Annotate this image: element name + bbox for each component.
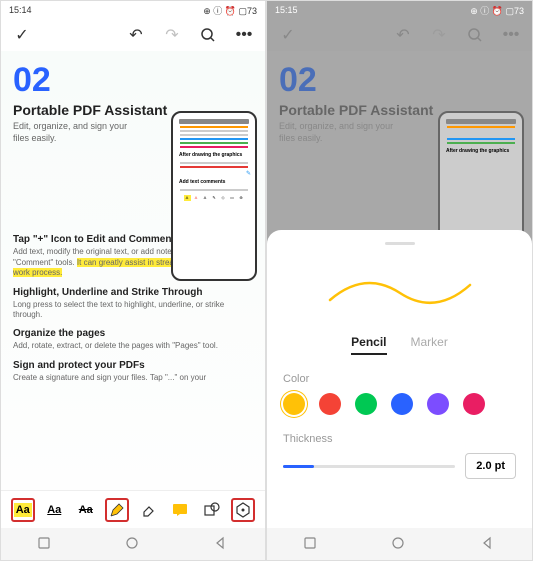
section-text: Create a signature and sign your files. … [13, 373, 253, 383]
phone-sec1: After drawing the graphics [177, 150, 251, 160]
pencil-tool[interactable] [105, 498, 129, 522]
search-icon[interactable] [199, 26, 217, 44]
settings-tool[interactable] [231, 498, 255, 522]
color-swatches [283, 393, 516, 415]
toolbar: ✓ ↶ ↷ ••• [267, 19, 532, 51]
section-heading: Sign and protect your PDFs [13, 360, 253, 371]
confirm-icon[interactable]: ✓ [279, 26, 297, 44]
color-pink[interactable] [463, 393, 485, 415]
section-text: Long press to select the text to highlig… [13, 300, 253, 321]
status-time: 15:15 [275, 5, 298, 15]
status-time: 15:14 [9, 5, 32, 15]
section-heading: Organize the pages [13, 328, 253, 339]
annotation-toolbar: Aa Aa Aa [1, 490, 265, 528]
system-nav [267, 528, 532, 560]
color-purple[interactable] [427, 393, 449, 415]
nav-back-icon[interactable] [480, 536, 496, 552]
nav-recent-icon[interactable] [37, 536, 53, 552]
section-text: Add, rotate, extract, or delete the page… [13, 341, 253, 351]
tab-marker[interactable]: Marker [411, 335, 448, 355]
redo-icon[interactable]: ↷ [430, 26, 448, 44]
section-highlight: Highlight, Underline and Strike Through … [13, 287, 253, 321]
phone-mockup: After drawing the graphics ✎ Add text co… [171, 111, 257, 281]
tool-tabs: Pencil Marker [283, 335, 516, 355]
content: 02 Portable PDF Assistant Edit, organize… [1, 51, 265, 510]
redo-icon[interactable]: ↷ [163, 26, 181, 44]
confirm-icon[interactable]: ✓ [13, 26, 31, 44]
color-yellow[interactable] [283, 393, 305, 415]
color-blue[interactable] [391, 393, 413, 415]
stroke-preview [283, 255, 516, 325]
sheet-handle[interactable] [385, 242, 415, 245]
search-icon[interactable] [466, 26, 484, 44]
page-subtitle: Edit, organize, and sign your files easi… [13, 121, 143, 144]
highlight-tool[interactable]: Aa [11, 498, 35, 522]
thickness-value[interactable]: 2.0 pt [465, 453, 516, 479]
page-number: 02 [13, 61, 253, 100]
status-bar: 15:14 ⊕ ⓘ ⏰ ▢73 [1, 1, 265, 19]
strikethrough-tool[interactable]: Aa [74, 498, 98, 522]
system-nav [1, 528, 265, 560]
section-sign: Sign and protect your PDFs Create a sign… [13, 360, 253, 383]
undo-icon[interactable]: ↶ [127, 26, 145, 44]
page-subtitle: Edit, organize, and sign your files easi… [279, 121, 409, 144]
note-tool[interactable] [168, 498, 192, 522]
phone-header [179, 119, 249, 124]
color-label: Color [283, 373, 516, 385]
eraser-tool[interactable] [137, 498, 161, 522]
left-screen: 15:14 ⊕ ⓘ ⏰ ▢73 ✓ ↶ ↷ ••• 02 Portable PD… [0, 0, 266, 561]
section-organize: Organize the pages Add, rotate, extract,… [13, 328, 253, 351]
more-icon[interactable]: ••• [235, 26, 253, 44]
color-green[interactable] [355, 393, 377, 415]
shape-tool[interactable] [200, 498, 224, 522]
nav-recent-icon[interactable] [303, 536, 319, 552]
more-icon[interactable]: ••• [502, 26, 520, 44]
color-red[interactable] [319, 393, 341, 415]
tab-pencil[interactable]: Pencil [351, 335, 386, 355]
right-screen: 15:15 ⊕ ⓘ ⏰ ▢73 ✓ ↶ ↷ ••• 02 Portable PD… [266, 0, 533, 561]
thickness-slider[interactable] [283, 465, 455, 468]
underline-tool[interactable]: Aa [42, 498, 66, 522]
toolbar: ✓ ↶ ↷ ••• [1, 19, 265, 51]
nav-home-icon[interactable] [391, 536, 407, 552]
nav-home-icon[interactable] [125, 536, 141, 552]
phone-sec2: Add text comments [177, 177, 251, 187]
status-bar: 15:15 ⊕ ⓘ ⏰ ▢73 [267, 1, 532, 19]
thickness-label: Thickness [283, 433, 516, 445]
section-heading: Highlight, Underline and Strike Through [13, 287, 253, 298]
status-icons: ⊕ ⓘ ⏰ ▢73 [470, 4, 524, 17]
undo-icon[interactable]: ↶ [394, 26, 412, 44]
nav-back-icon[interactable] [213, 536, 229, 552]
status-icons: ⊕ ⓘ ⏰ ▢73 [203, 4, 257, 17]
page-number: 02 [279, 61, 520, 100]
pencil-sheet: Pencil Marker Color Thickness 2.0 pt [267, 230, 532, 560]
